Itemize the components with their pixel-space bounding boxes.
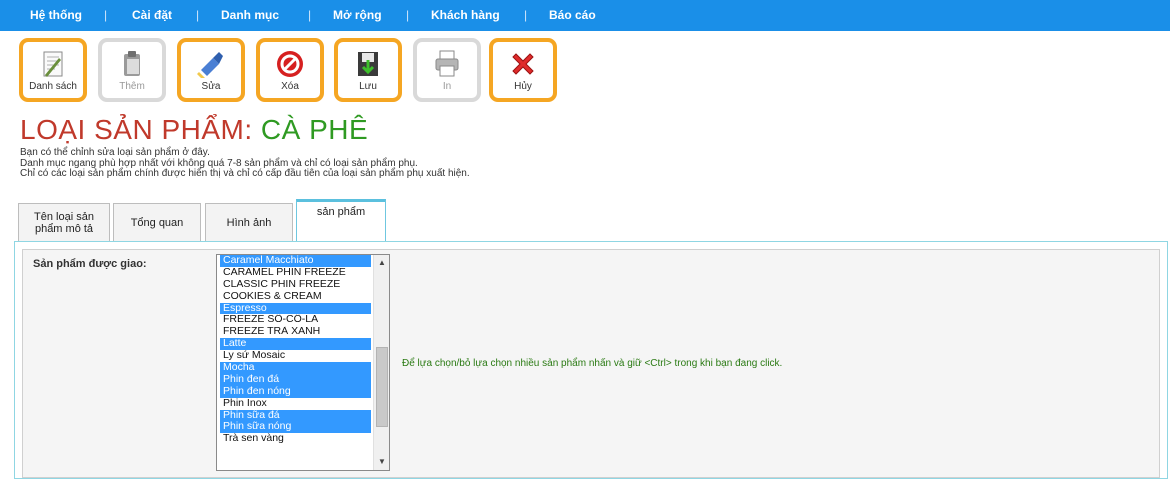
listbox-option[interactable]: Latte — [220, 338, 371, 351]
edit-button[interactable]: Sửa — [177, 38, 245, 102]
nav-separator: | — [308, 8, 312, 22]
list-button-label: Danh sách — [29, 81, 77, 92]
page-description: Bạn có thể chỉnh sửa loại sản phẩm ở đây… — [20, 147, 470, 180]
listbox-option[interactable]: Mocha — [220, 362, 371, 374]
list-button[interactable]: Danh sách — [19, 38, 87, 102]
tab-name-description[interactable]: Tên loại sản phẩm mô tả — [18, 203, 110, 241]
nav-item-settings[interactable]: Cài đặt — [132, 8, 172, 22]
listbox-option[interactable]: Phin đen nóng — [220, 385, 371, 398]
listbox-option[interactable]: Ly sứ Mosaic — [220, 350, 371, 362]
edit-button-label: Sửa — [201, 81, 221, 92]
cancel-button[interactable]: Hủy — [489, 38, 557, 102]
listbox-option[interactable]: FREEZE SÔ-CÔ-LA — [220, 314, 371, 326]
nav-item-customers[interactable]: Khách hàng — [431, 8, 500, 22]
listbox-option[interactable]: Phin Inox — [220, 398, 371, 410]
scroll-up-arrow-icon[interactable]: ▲ — [374, 255, 389, 271]
nav-item-catalog[interactable]: Danh mục — [221, 8, 279, 22]
print-button[interactable]: In — [413, 38, 481, 102]
nav-item-extensions[interactable]: Mở rộng — [333, 8, 382, 22]
tab-label: sản phẩm — [316, 206, 366, 218]
tab-images[interactable]: Hình ảnh — [205, 203, 293, 241]
listbox-option[interactable]: Caramel Macchiato — [220, 255, 371, 267]
tab-label: Tên loại sản phẩm mô tả — [34, 211, 94, 235]
add-button[interactable]: Thêm — [98, 38, 166, 102]
assigned-products-label: Sản phẩm được giao: — [33, 258, 147, 270]
page-title-name: CÀ PHÊ — [260, 114, 369, 145]
nav-item-system[interactable]: Hệ thống — [30, 8, 82, 22]
tab-label: Hình ảnh — [226, 217, 272, 229]
listbox-option[interactable]: Phin sữa nóng — [220, 421, 371, 434]
listbox-option[interactable]: Espresso — [220, 302, 371, 315]
scroll-thumb[interactable] — [376, 347, 388, 427]
print-button-label: In — [442, 81, 452, 92]
nav-separator: | — [524, 8, 528, 22]
listbox-scrollbar[interactable]: ▲ ▼ — [373, 255, 389, 470]
cancel-button-label: Hủy — [514, 81, 532, 92]
multi-select-hint: Để lựa chọn/bỏ lựa chọn nhiều sản phẩm n… — [402, 358, 783, 369]
top-nav: Hệ thống | Cài đặt | Danh mục | Mở rộng … — [0, 0, 1170, 31]
listbox-option[interactable]: CARAMEL PHIN FREEZE — [220, 267, 371, 279]
assigned-products-listbox[interactable]: Caramel Macchiato CARAMEL PHIN FREEZE CLAS… — [216, 254, 390, 471]
listbox-option[interactable]: CLASSIC PHIN FREEZE — [220, 279, 371, 291]
page-title-prefix: LOẠI SẢN PHẨM: — [20, 114, 261, 145]
printer-icon — [435, 50, 459, 77]
close-icon — [512, 53, 534, 75]
no-entry-icon — [277, 51, 303, 77]
listbox-option[interactable]: COOKIES & CREAM — [220, 291, 371, 303]
save-button-label: Lưu — [359, 81, 377, 92]
description-line: Chỉ có các loại sản phẩm chính được hiển… — [20, 168, 470, 179]
clipboard-icon — [124, 51, 140, 76]
delete-button[interactable]: Xóa — [256, 38, 324, 102]
save-icon — [358, 52, 378, 76]
save-button[interactable]: Lưu — [334, 38, 402, 102]
add-button-label: Thêm — [119, 81, 145, 92]
scroll-down-arrow-icon[interactable]: ▼ — [374, 454, 389, 470]
nav-separator: | — [104, 8, 108, 22]
tab-products[interactable]: sản phẩm — [296, 199, 386, 241]
listbox-option[interactable]: Phin đen đá — [220, 373, 371, 386]
listbox-options: Caramel Macchiato CARAMEL PHIN FREEZE CLAS… — [220, 255, 371, 445]
list-icon — [43, 51, 63, 77]
brush-icon — [197, 52, 223, 78]
delete-button-label: Xóa — [281, 81, 299, 92]
listbox-option[interactable]: Trà sen vàng — [220, 433, 371, 445]
page-title: LOẠI SẢN PHẨM: CÀ PHÊ — [20, 114, 368, 146]
tab-overview[interactable]: Tổng quan — [113, 203, 201, 241]
description-line: Bạn có thể chỉnh sửa loại sản phẩm ở đây… — [20, 147, 210, 158]
listbox-option[interactable]: FREEZE TRÀ XANH — [220, 326, 371, 338]
nav-item-reports[interactable]: Báo cáo — [549, 8, 596, 22]
listbox-option[interactable]: Phin sữa đá — [220, 409, 371, 422]
tab-label: Tổng quan — [130, 217, 184, 229]
nav-separator: | — [406, 8, 410, 22]
nav-separator: | — [196, 8, 200, 22]
